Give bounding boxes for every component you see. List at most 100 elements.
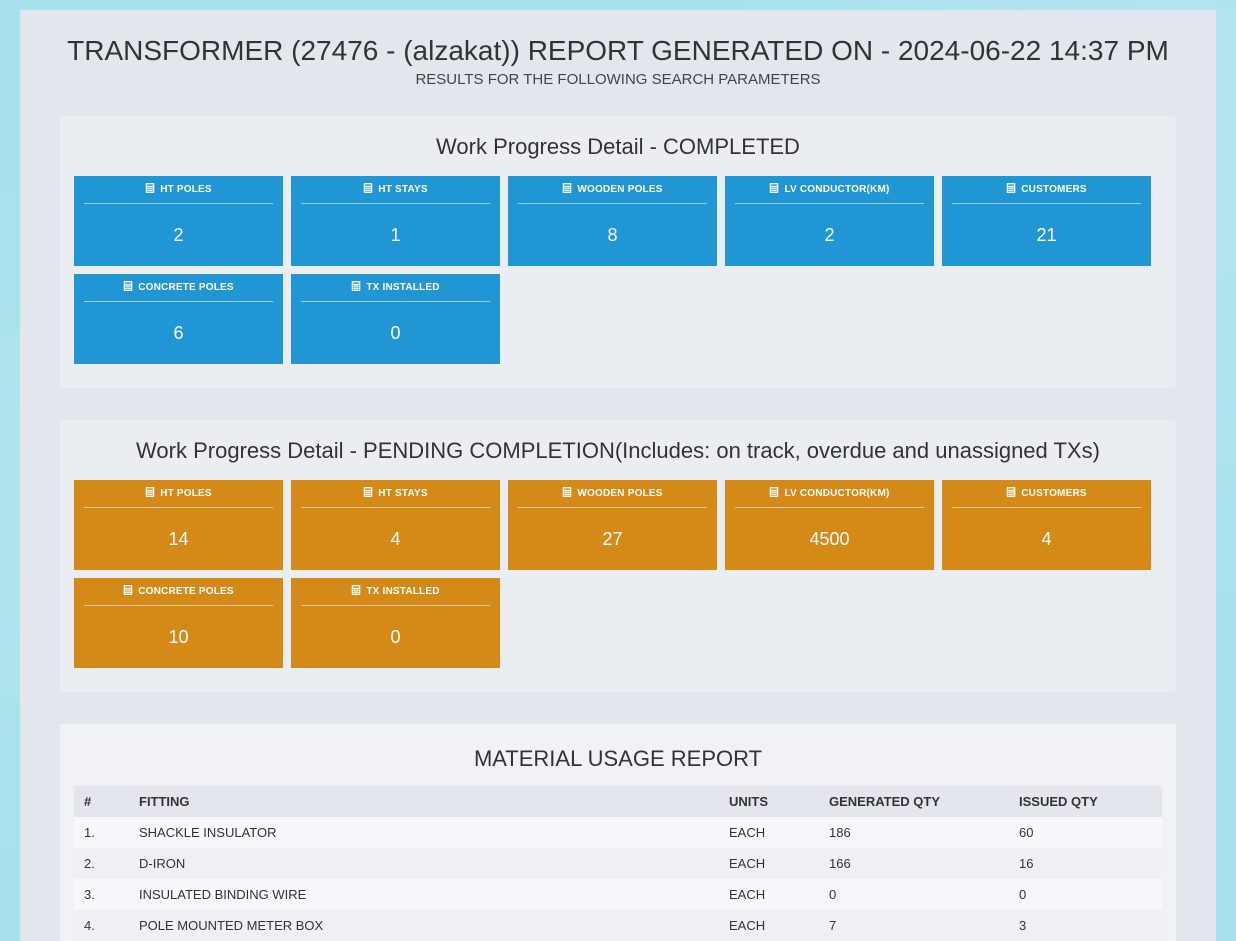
metric-tile-head: WOODEN POLES <box>518 480 707 508</box>
metric-value: 21 <box>942 204 1151 266</box>
cell-num: 3. <box>74 879 129 910</box>
pending-panel: Work Progress Detail - PENDING COMPLETIO… <box>60 420 1176 692</box>
metric-tile-head: HT POLES <box>84 480 273 508</box>
metric-tile-head: HT POLES <box>84 176 273 204</box>
calculator-icon <box>145 183 155 196</box>
metric-tile: WOODEN POLES 27 <box>508 480 717 570</box>
cell-units: EACH <box>719 910 819 941</box>
metric-value: 8 <box>508 204 717 266</box>
metric-tile-head: CUSTOMERS <box>952 480 1141 508</box>
cell-iss: 0 <box>1009 879 1162 910</box>
metric-tile: CUSTOMERS 4 <box>942 480 1151 570</box>
calculator-icon <box>1006 183 1016 196</box>
col-gen: GENERATED QTY <box>819 786 1009 817</box>
col-fitting: FITTING <box>129 786 719 817</box>
metric-value: 14 <box>74 508 283 570</box>
cell-num: 1. <box>74 817 129 848</box>
metric-value: 4 <box>942 508 1151 570</box>
report-page: TRANSFORMER (27476 - (alzakat)) REPORT G… <box>20 10 1216 941</box>
calculator-icon <box>769 487 779 500</box>
calculator-icon <box>1006 487 1016 500</box>
cell-gen: 186 <box>819 817 1009 848</box>
calculator-icon <box>351 281 361 294</box>
cell-units: EACH <box>719 848 819 879</box>
calculator-icon <box>562 183 572 196</box>
cell-fitting: D-IRON <box>129 848 719 879</box>
cell-units: EACH <box>719 879 819 910</box>
calculator-icon <box>769 183 779 196</box>
metric-tile-head: CONCRETE POLES <box>84 274 273 302</box>
metric-value: 4500 <box>725 508 934 570</box>
metric-label: CONCRETE POLES <box>138 282 234 293</box>
metric-label: HT STAYS <box>378 488 427 499</box>
page-title: TRANSFORMER (27476 - (alzakat)) REPORT G… <box>60 35 1176 67</box>
metric-tile: WOODEN POLES 8 <box>508 176 717 266</box>
metric-tile: CUSTOMERS 21 <box>942 176 1151 266</box>
col-iss: ISSUED QTY <box>1009 786 1162 817</box>
metric-tile: TX INSTALLED0 <box>291 274 500 364</box>
cell-num: 2. <box>74 848 129 879</box>
metric-value: 0 <box>291 606 500 668</box>
table-row: 2.D-IRONEACH16616 <box>74 848 1162 879</box>
metric-label: LV CONDUCTOR(KM) <box>784 488 889 499</box>
materials-title: MATERIAL USAGE REPORT <box>74 746 1162 772</box>
metric-tile: LV CONDUCTOR(KM) 2 <box>725 176 934 266</box>
metric-tile-head: LV CONDUCTOR(KM) <box>735 176 924 204</box>
cell-gen: 0 <box>819 879 1009 910</box>
metric-value: 2 <box>725 204 934 266</box>
calculator-icon <box>123 281 133 294</box>
cell-fitting: SHACKLE INSULATOR <box>129 817 719 848</box>
pending-title: Work Progress Detail - PENDING COMPLETIO… <box>74 438 1162 464</box>
metric-tile-head: TX INSTALLED <box>301 274 490 302</box>
completed-tiles: HT POLES2HT STAYS1WOODEN POLES8LV CONDUC… <box>74 176 1162 364</box>
metric-tile: HT POLES 2 <box>74 176 283 266</box>
metric-value: 2 <box>74 204 283 266</box>
metric-tile: LV CONDUCTOR(KM) 4500 <box>725 480 934 570</box>
cell-units: EACH <box>719 817 819 848</box>
metric-tile: CONCRETE POLES 6 <box>74 274 283 364</box>
metric-value: 0 <box>291 302 500 364</box>
metric-tile-head: HT STAYS <box>301 176 490 204</box>
metric-value: 27 <box>508 508 717 570</box>
metric-label: CUSTOMERS <box>1021 184 1087 195</box>
completed-title: Work Progress Detail - COMPLETED <box>74 134 1162 160</box>
metric-tile-head: CONCRETE POLES <box>84 578 273 606</box>
materials-panel: MATERIAL USAGE REPORT # FITTING UNITS GE… <box>60 724 1176 941</box>
metric-tile-head: TX INSTALLED <box>301 578 490 606</box>
metric-value: 1 <box>291 204 500 266</box>
metric-label: CONCRETE POLES <box>138 586 234 597</box>
table-row: 1.SHACKLE INSULATOREACH18660 <box>74 817 1162 848</box>
cell-fitting: INSULATED BINDING WIRE <box>129 879 719 910</box>
cell-iss: 60 <box>1009 817 1162 848</box>
page-subtitle: RESULTS FOR THE FOLLOWING SEARCH PARAMET… <box>60 71 1176 88</box>
metric-value: 10 <box>74 606 283 668</box>
cell-iss: 3 <box>1009 910 1162 941</box>
metric-value: 4 <box>291 508 500 570</box>
metric-label: HT POLES <box>160 488 212 499</box>
calculator-icon <box>363 487 373 500</box>
cell-gen: 166 <box>819 848 1009 879</box>
cell-num: 4. <box>74 910 129 941</box>
metric-tile: HT STAYS1 <box>291 176 500 266</box>
metric-tile-head: CUSTOMERS <box>952 176 1141 204</box>
metric-label: WOODEN POLES <box>577 488 662 499</box>
metric-label: LV CONDUCTOR(KM) <box>784 184 889 195</box>
materials-table: # FITTING UNITS GENERATED QTY ISSUED QTY… <box>74 786 1162 941</box>
col-units: UNITS <box>719 786 819 817</box>
metric-value: 6 <box>74 302 283 364</box>
metric-tile-head: WOODEN POLES <box>518 176 707 204</box>
table-row: 4.POLE MOUNTED METER BOXEACH73 <box>74 910 1162 941</box>
cell-iss: 16 <box>1009 848 1162 879</box>
col-num: # <box>74 786 129 817</box>
metric-label: CUSTOMERS <box>1021 488 1087 499</box>
table-row: 3.INSULATED BINDING WIREEACH00 <box>74 879 1162 910</box>
metric-tile: TX INSTALLED 0 <box>291 578 500 668</box>
metric-label: WOODEN POLES <box>577 184 662 195</box>
metric-label: TX INSTALLED <box>366 586 439 597</box>
calculator-icon <box>145 487 155 500</box>
calculator-icon <box>123 585 133 598</box>
cell-gen: 7 <box>819 910 1009 941</box>
metric-label: HT POLES <box>160 184 212 195</box>
metric-tile-head: HT STAYS <box>301 480 490 508</box>
materials-header-row: # FITTING UNITS GENERATED QTY ISSUED QTY <box>74 786 1162 817</box>
